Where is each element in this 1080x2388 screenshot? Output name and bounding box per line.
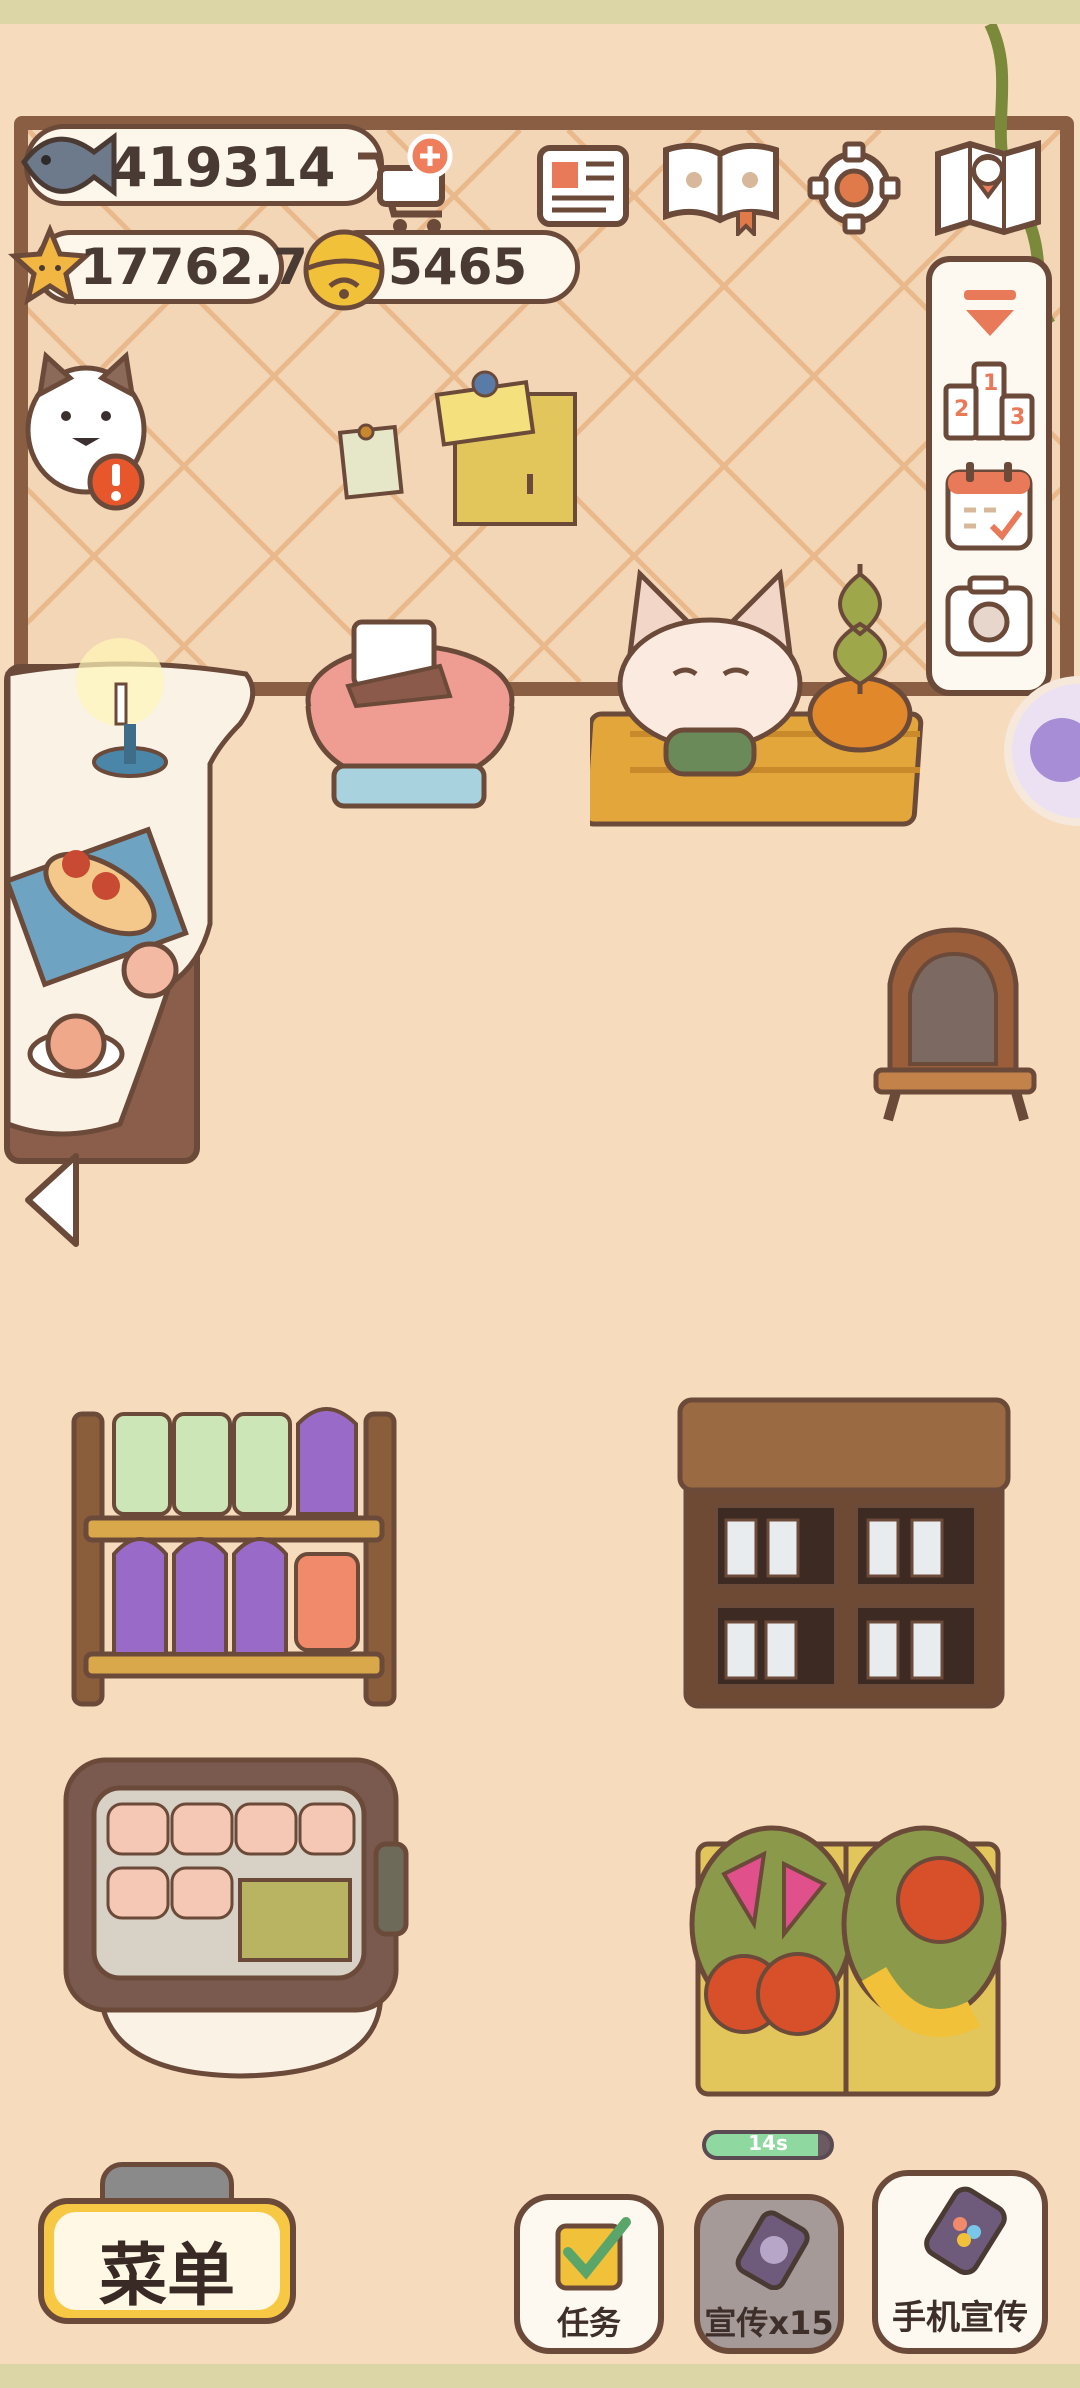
wall-map-poster: [434, 370, 577, 526]
cake-counter-top: [3, 638, 256, 1137]
phone-icon: [924, 2186, 1007, 2276]
promote-timer-bar: 14s: [702, 2130, 834, 2160]
checklist-icon: [555, 2217, 631, 2291]
milk-cabinet[interactable]: [676, 1396, 1016, 1716]
paw-book-icon[interactable]: [660, 136, 782, 236]
svg-text:3: 3: [1010, 405, 1025, 430]
jam-shelf[interactable]: [66, 1364, 406, 1724]
promote-button[interactable]: 宣传x15: [694, 2194, 844, 2354]
ranking-podium-icon[interactable]: 1 2 3: [940, 350, 1038, 448]
cat-customer-avatar[interactable]: [20, 342, 160, 512]
shopkeeper-cat[interactable]: [590, 534, 940, 844]
menu-button[interactable]: 菜单: [38, 2162, 296, 2324]
promote-timer-text: 14s: [748, 2131, 788, 2155]
fish-count: 419314: [110, 136, 336, 199]
promote-button-label: 宣传x15: [704, 2304, 834, 2342]
bell-icon: [303, 229, 385, 311]
map-icon[interactable]: [932, 136, 1044, 240]
tasks-button[interactable]: 任务: [514, 2194, 664, 2354]
newspaper-icon[interactable]: [536, 142, 632, 232]
menu-button-label: 菜单: [98, 2237, 235, 2316]
camera-icon[interactable]: [942, 572, 1036, 662]
star-count: 17762.7: [80, 238, 308, 296]
moon-cat-icon: [1030, 718, 1080, 782]
game-scene[interactable]: 419314 17762.7 5465 1 2 3 菜单 任务 14s 宣传x1…: [0, 24, 1080, 2364]
fish-icon: [20, 132, 117, 197]
phone-promo-icon: [735, 2210, 810, 2290]
gear-icon[interactable]: [806, 140, 902, 236]
svg-text:1: 1: [983, 371, 998, 396]
collapse-arrow-icon[interactable]: [958, 282, 1022, 346]
bell-count: 5465: [388, 238, 528, 296]
wooden-chair[interactable]: [870, 924, 1040, 1124]
svg-text:2: 2: [954, 397, 969, 422]
fruit-stand[interactable]: [684, 1814, 1014, 2114]
scroll-left-arrow-icon[interactable]: [18, 1148, 88, 1258]
wall-note-small: [338, 423, 404, 500]
tasks-button-label: 任务: [556, 2304, 621, 2342]
phone-promote-button[interactable]: 手机宣传: [872, 2170, 1048, 2354]
pink-table[interactable]: [300, 616, 520, 836]
calendar-check-icon[interactable]: [942, 456, 1036, 556]
sushi-fridge[interactable]: [60, 1754, 420, 2084]
phone-promote-button-label: 手机宣传: [892, 2298, 1028, 2338]
